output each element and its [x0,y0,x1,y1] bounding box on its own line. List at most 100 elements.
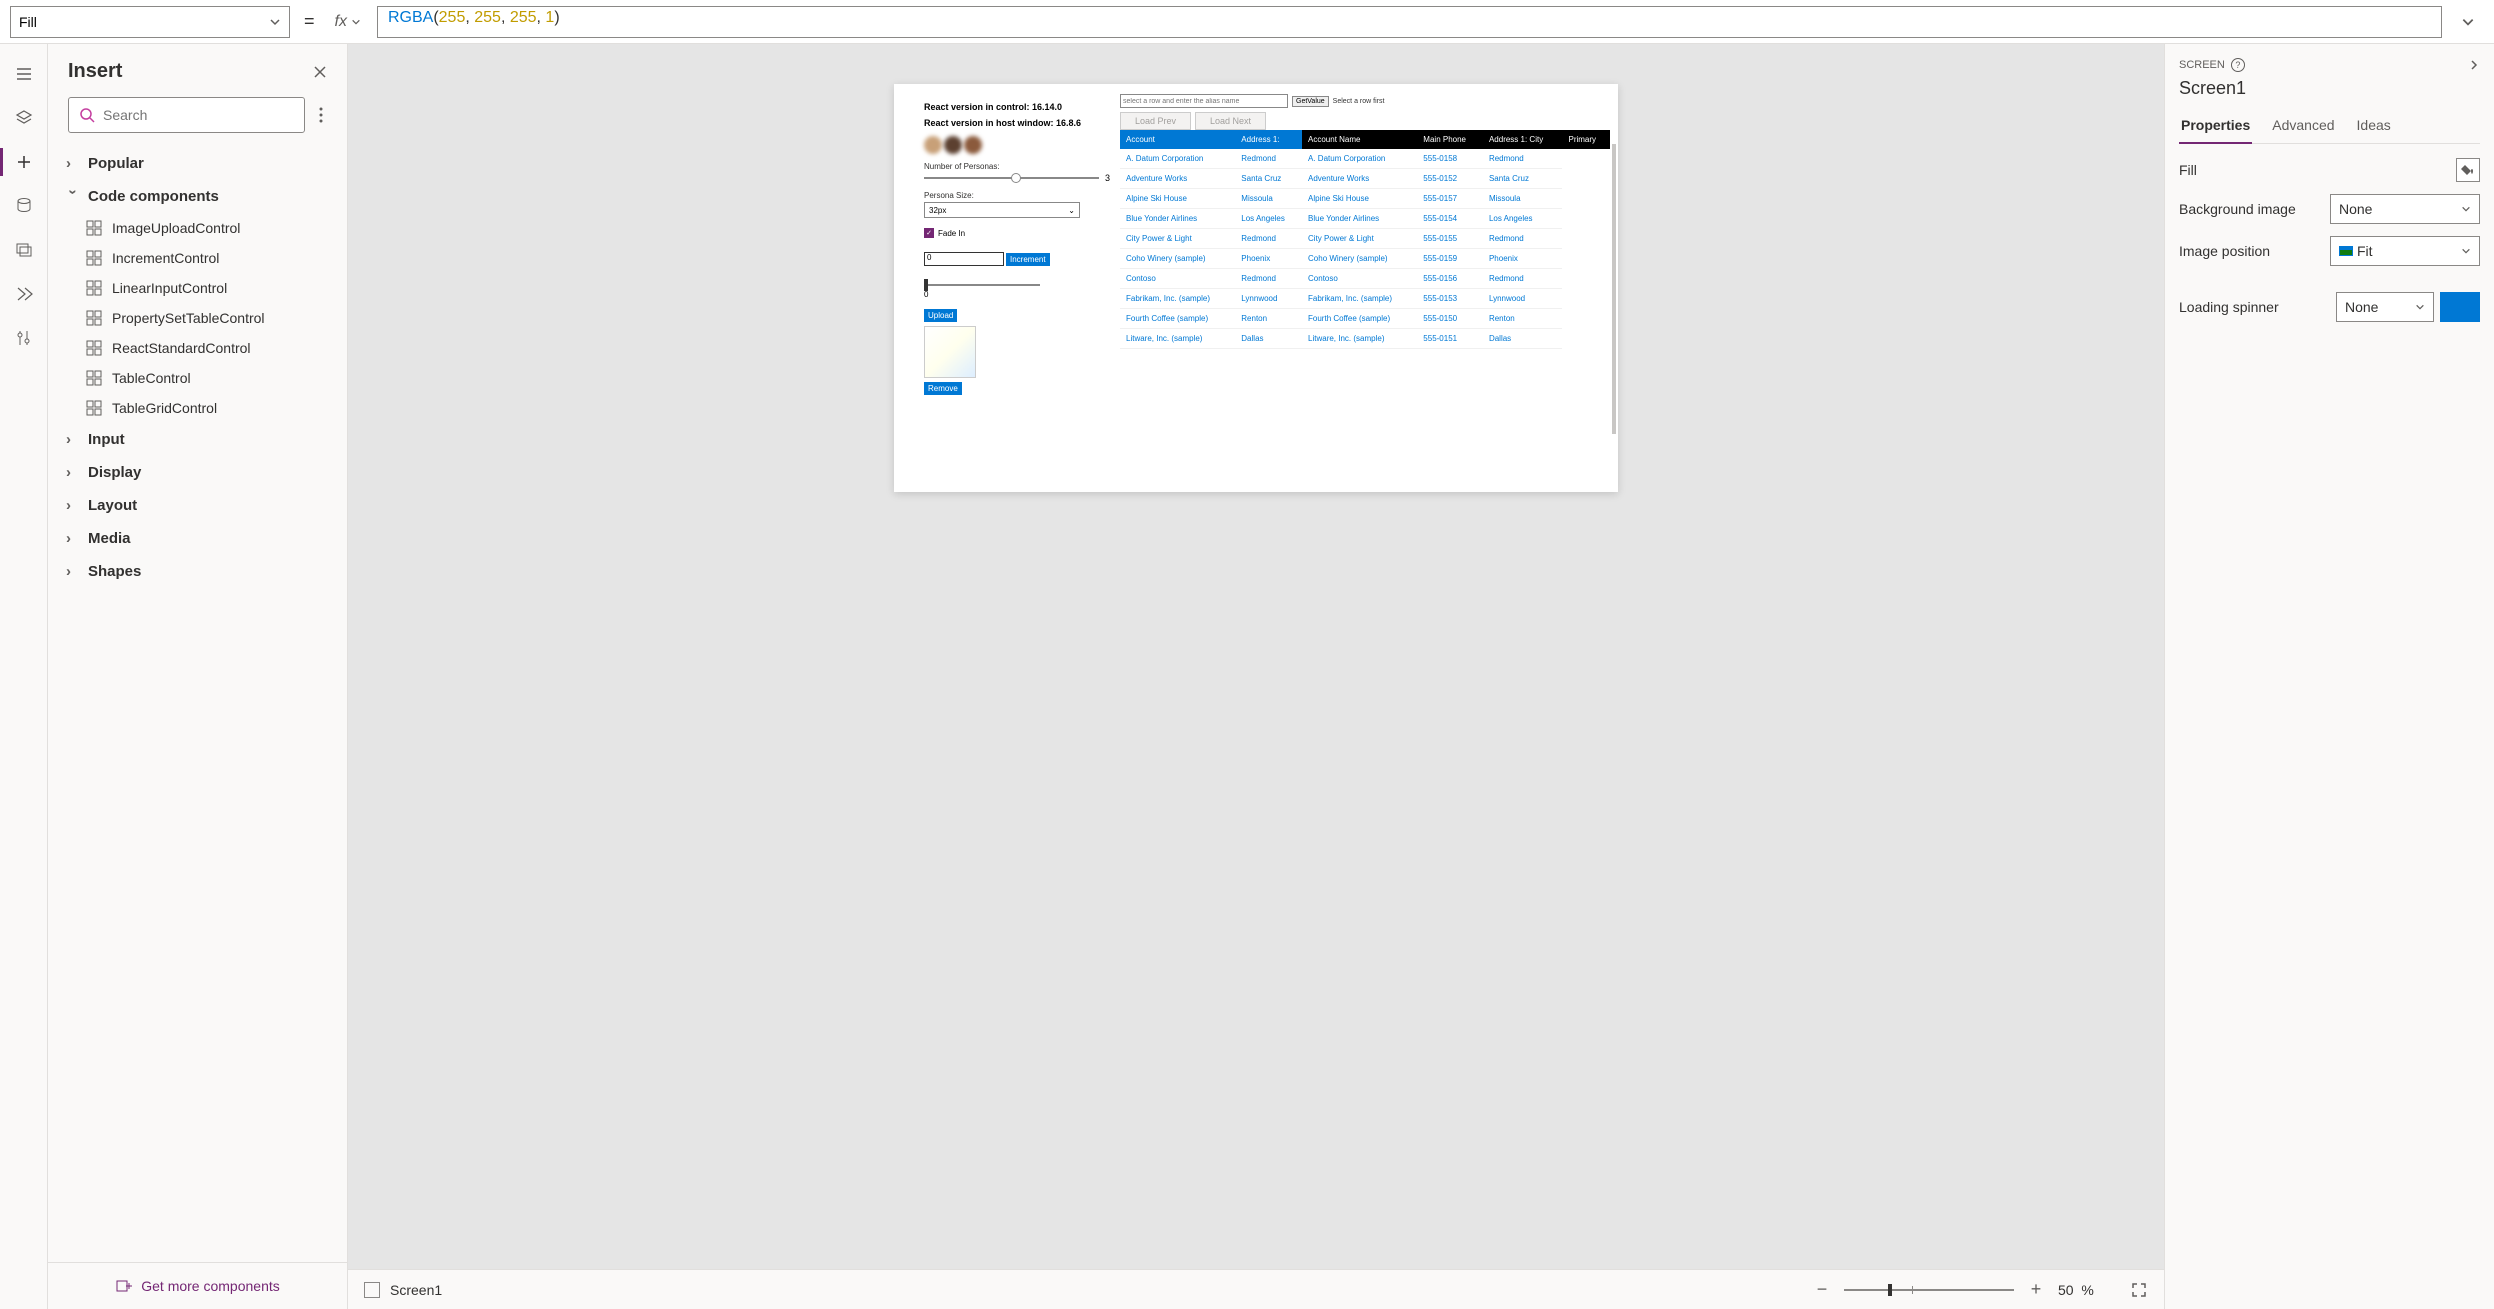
chevron-down-icon [269,16,281,28]
component-item[interactable]: TableControl [56,363,339,393]
tab-ideas[interactable]: Ideas [2355,111,2393,143]
table-row[interactable]: Coho Winery (sample)PhoenixCoho Winery (… [1120,249,1610,269]
linear-slider[interactable] [924,284,1040,286]
table-cell: 555-0153 [1417,289,1483,309]
canvas-screen[interactable]: React version in control: 16.14.0 React … [894,84,1618,492]
component-icon [86,220,102,236]
close-panel-button[interactable] [313,65,327,79]
tools-button[interactable] [0,316,47,360]
table-row[interactable]: Alpine Ski HouseMissoulaAlpine Ski House… [1120,189,1610,209]
table-header[interactable]: Primary [1562,130,1610,149]
table-header[interactable]: Address 1: [1235,130,1302,149]
group-media[interactable]: › Media [56,522,339,555]
loading-spinner-dropdown[interactable]: None [2336,292,2434,322]
tab-properties[interactable]: Properties [2179,111,2252,143]
bg-image-dropdown[interactable]: None [2330,194,2480,224]
table-cell: Contoso [1302,269,1417,289]
load-next-button[interactable]: Load Next [1195,112,1266,130]
group-shapes[interactable]: › Shapes [56,555,339,588]
table-cell: 555-0152 [1417,169,1483,189]
table-header[interactable]: Account [1120,130,1235,149]
table-cell: Fabrikam, Inc. (sample) [1302,289,1417,309]
help-icon[interactable]: ? [2231,58,2245,72]
chevron-down-icon [2461,204,2471,214]
table-row[interactable]: City Power & LightRedmondCity Power & Li… [1120,229,1610,249]
increment-button[interactable]: Increment [1006,253,1050,266]
screen-checkbox[interactable] [364,1282,380,1298]
component-item[interactable]: PropertySetTableControl [56,303,339,333]
component-icon [86,340,102,356]
fade-in-label: Fade In [938,229,965,238]
fullscreen-button[interactable] [2130,1281,2148,1299]
component-item[interactable]: ReactStandardControl [56,333,339,363]
table-cell: Blue Yonder Airlines [1302,209,1417,229]
search-input[interactable] [68,97,305,133]
chevron-down-icon [2461,15,2475,29]
table-header[interactable]: Address 1: City [1483,130,1563,149]
num-personas-slider[interactable] [924,177,1099,179]
power-automate-button[interactable] [0,272,47,316]
table-cell: 555-0157 [1417,189,1483,209]
table-row[interactable]: A. Datum CorporationRedmondA. Datum Corp… [1120,149,1610,169]
canvas-viewport[interactable]: React version in control: 16.14.0 React … [348,44,2164,1269]
get-more-components-button[interactable]: Get more components [48,1262,347,1309]
media-button[interactable] [0,228,47,272]
upload-button[interactable]: Upload [924,309,957,322]
component-item[interactable]: IncrementControl [56,243,339,273]
component-item[interactable]: TableGridControl [56,393,339,423]
table-cell: Missoula [1483,189,1563,209]
image-position-dropdown[interactable]: Fit [2330,236,2480,266]
component-item[interactable]: LinearInputControl [56,273,339,303]
table-cell: 555-0156 [1417,269,1483,289]
fade-in-checkbox[interactable]: ✓ [924,228,934,238]
group-display[interactable]: › Display [56,456,339,489]
table-row[interactable]: Fourth Coffee (sample)RentonFourth Coffe… [1120,309,1610,329]
table-cell: Blue Yonder Airlines [1120,209,1235,229]
panel-title: Insert [68,60,122,83]
table-row[interactable]: Adventure WorksSanta CruzAdventure Works… [1120,169,1610,189]
more-options-button[interactable] [315,103,327,127]
num-personas-value: 3 [1105,173,1110,183]
vertical-scrollbar[interactable] [1612,144,1616,434]
table-row[interactable]: Litware, Inc. (sample)DallasLitware, Inc… [1120,329,1610,349]
load-prev-button[interactable]: Load Prev [1120,112,1191,130]
group-code-components[interactable]: › Code components [56,180,339,213]
zoom-slider[interactable] [1844,1289,2014,1291]
layers-icon [15,109,33,127]
zoom-out-button[interactable]: − [1812,1279,1832,1300]
chevron-down-icon [2415,302,2425,312]
table-cell: 555-0155 [1417,229,1483,249]
table-row[interactable]: Blue Yonder AirlinesLos AngelesBlue Yond… [1120,209,1610,229]
fx-label[interactable]: fx [329,13,367,31]
table-row[interactable]: Fabrikam, Inc. (sample)LynnwoodFabrikam,… [1120,289,1610,309]
tree-view-button[interactable] [0,96,47,140]
react-version-host-label: React version in host window: 16.8.6 [924,118,1110,128]
formula-input[interactable]: RGBA(255, 255, 255, 1) [377,6,2442,38]
number-input[interactable]: 0 [924,252,1004,266]
paint-bucket-icon [2461,163,2475,177]
persona-size-select[interactable]: 32px ⌄ [924,202,1080,218]
spinner-color-swatch[interactable] [2440,292,2480,322]
table-row[interactable]: ContosoRedmondContoso555-0156Redmond [1120,269,1610,289]
group-layout[interactable]: › Layout [56,489,339,522]
expand-formula-button[interactable] [2452,6,2484,38]
alias-input[interactable] [1120,94,1288,108]
table-cell: 555-0150 [1417,309,1483,329]
zoom-in-button[interactable]: + [2026,1279,2046,1300]
expand-properties-button[interactable] [2468,59,2480,71]
component-item[interactable]: ImageUploadControl [56,213,339,243]
insert-panel: Insert › Popular › Code components I [48,44,348,1309]
remove-button[interactable]: Remove [924,382,962,395]
insert-button[interactable] [0,140,47,184]
group-input[interactable]: › Input [56,423,339,456]
hamburger-menu-button[interactable] [0,52,47,96]
tab-advanced[interactable]: Advanced [2270,111,2336,143]
component-icon [86,400,102,416]
fill-color-button[interactable] [2456,158,2480,182]
group-popular[interactable]: › Popular [56,147,339,180]
table-header[interactable]: Account Name [1302,130,1417,149]
property-selector-dropdown[interactable]: Fill [10,6,290,38]
table-header[interactable]: Main Phone [1417,130,1483,149]
getvalue-button[interactable]: GetValue [1292,96,1329,107]
data-button[interactable] [0,184,47,228]
